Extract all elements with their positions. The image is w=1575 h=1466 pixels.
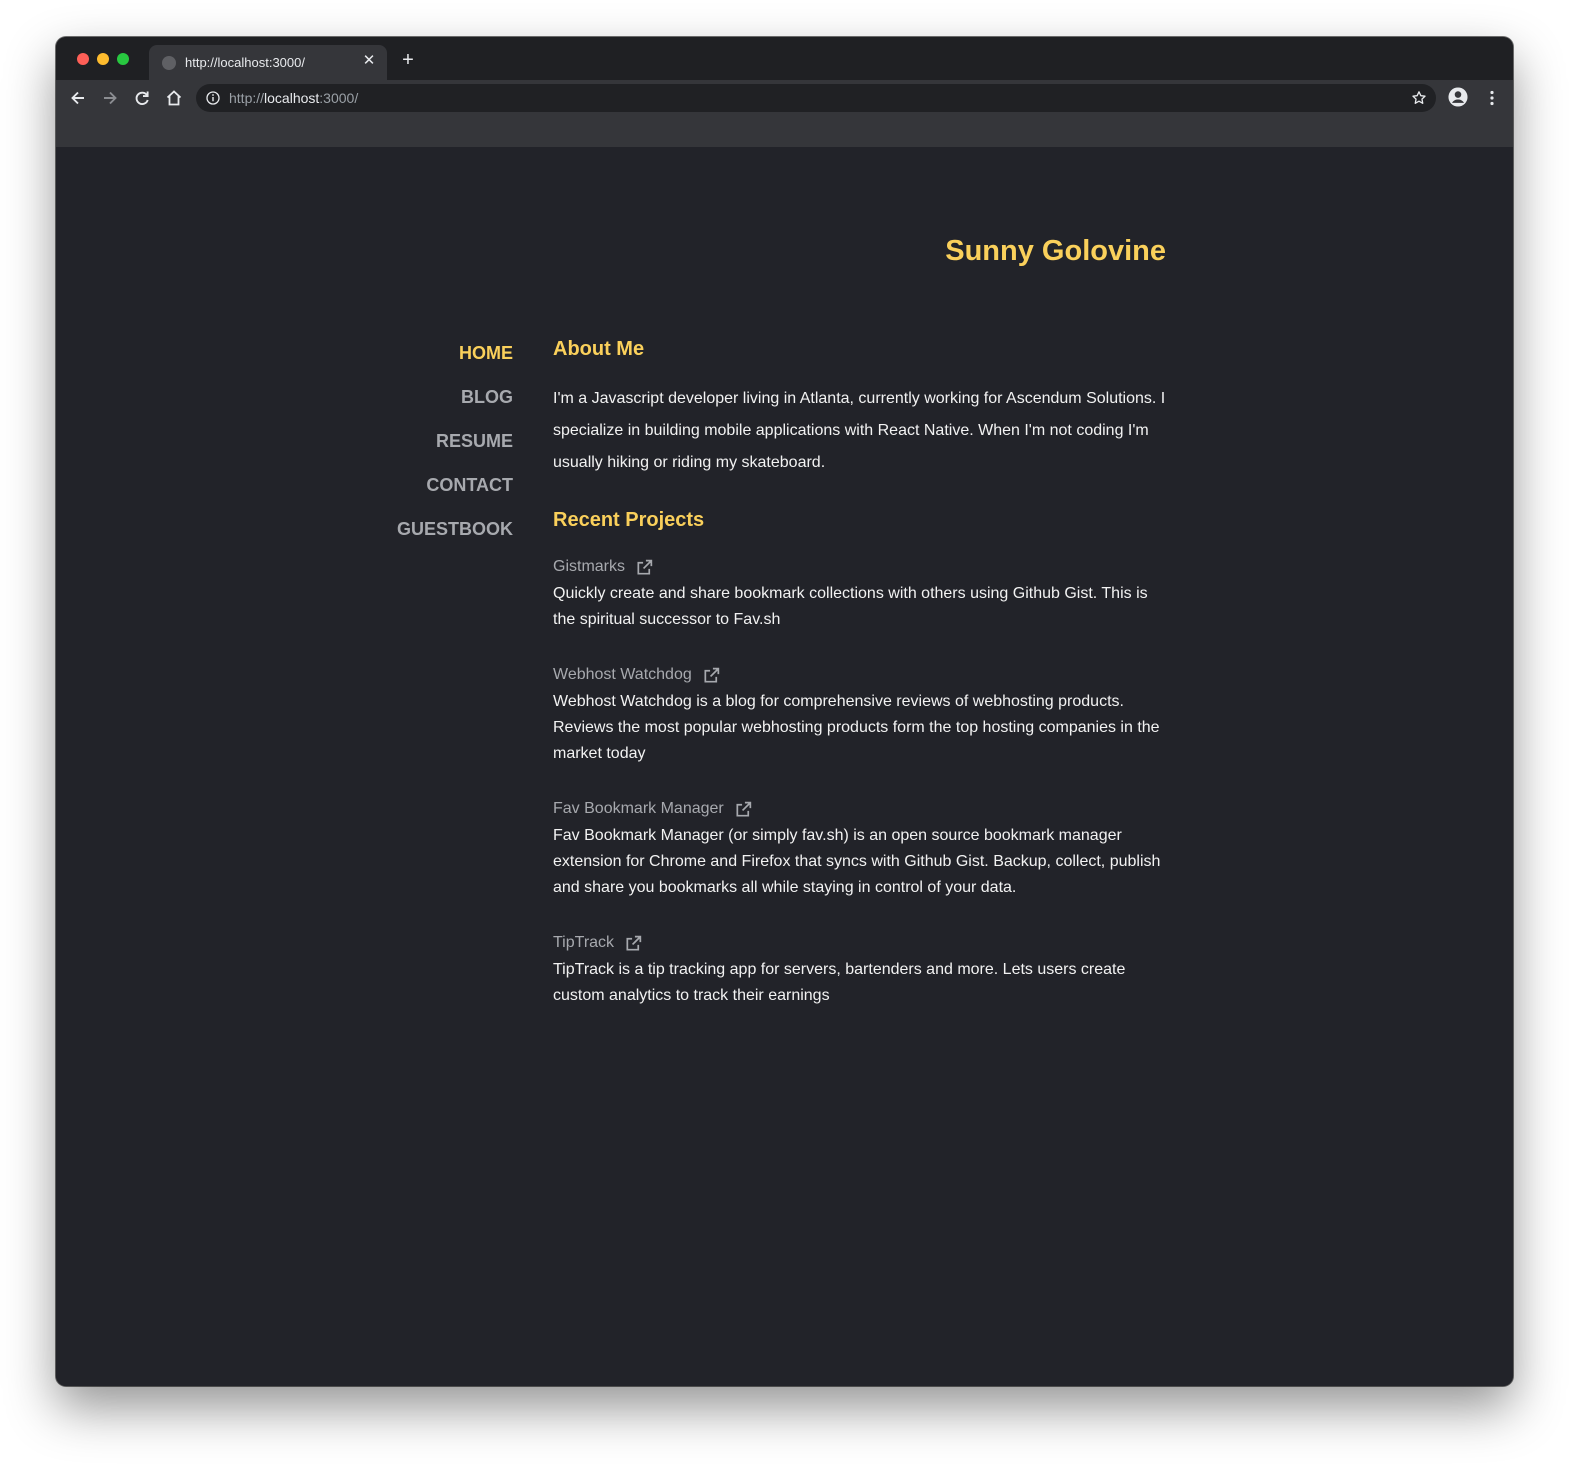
kebab-menu-icon[interactable]	[1482, 88, 1502, 108]
reload-icon[interactable]	[132, 88, 152, 108]
account-icon[interactable]	[1448, 87, 1470, 109]
url-host: localhost	[264, 90, 320, 106]
project-item: TipTrack TipTrack is a tip tracking app …	[553, 932, 1173, 1009]
external-link-icon[interactable]	[635, 558, 654, 577]
project-title: Fav Bookmark Manager	[553, 800, 724, 817]
site-title[interactable]: Sunny Golovine	[56, 235, 1166, 268]
zoom-window-button[interactable]	[117, 53, 129, 65]
page-viewport: Sunny Golovine HOME BLOG RESUME CONTACT …	[56, 147, 1513, 1386]
external-link-icon[interactable]	[734, 800, 753, 819]
project-title: Webhost Watchdog	[553, 666, 692, 683]
nav-item-home[interactable]: HOME	[56, 343, 513, 387]
project-item: Gistmarks Quickly create and share bookm…	[553, 556, 1173, 633]
nav-item-resume[interactable]: RESUME	[56, 431, 513, 475]
tab-bar: http://localhost:3000/ ✕ +	[56, 37, 1513, 80]
projects-heading: Recent Projects	[553, 509, 705, 531]
about-heading: About Me	[553, 338, 645, 360]
bookmarks-bar	[56, 116, 1513, 147]
url-port-path: :3000/	[319, 90, 359, 106]
project-item: Fav Bookmark Manager Fav Bookmark Manage…	[553, 798, 1173, 901]
plus-icon[interactable]: +	[399, 50, 417, 70]
nav-item-guestbook[interactable]: GUESTBOOK	[56, 519, 513, 563]
project-link-gistmarks[interactable]: Gistmarks	[553, 556, 654, 578]
project-description: TipTrack is a tip tracking app for serve…	[553, 961, 1126, 1004]
nav-item-contact[interactable]: CONTACT	[56, 475, 513, 519]
browser-toolbar: http://localhost:3000/	[56, 80, 1513, 116]
browser-window: http://localhost:3000/ ✕ + http://localh…	[56, 37, 1513, 1386]
project-description: Webhost Watchdog is a blog for comprehen…	[553, 693, 1160, 762]
projects-list: Gistmarks Quickly create and share bookm…	[553, 556, 1173, 1009]
globe-icon	[162, 56, 176, 70]
project-link-tiptrack[interactable]: TipTrack	[553, 932, 643, 954]
back-arrow-icon[interactable]	[68, 88, 88, 108]
close-icon[interactable]: ✕	[361, 53, 377, 69]
about-text: I'm a Javascript developer living in Atl…	[553, 390, 1166, 471]
project-title: TipTrack	[553, 934, 615, 951]
tab-title: http://localhost:3000/	[185, 55, 305, 70]
forward-arrow-icon[interactable]	[100, 88, 120, 108]
main-content: About Me I'm a Javascript developer livi…	[553, 337, 1173, 1040]
project-description: Quickly create and share bookmark collec…	[553, 585, 1148, 628]
browser-tab[interactable]: http://localhost:3000/ ✕	[149, 45, 387, 80]
home-icon[interactable]	[164, 88, 184, 108]
main-nav: HOME BLOG RESUME CONTACT GUESTBOOK	[56, 343, 513, 563]
star-icon[interactable]	[1411, 90, 1427, 106]
minimize-window-button[interactable]	[97, 53, 109, 65]
info-icon[interactable]	[206, 91, 220, 105]
project-link-fav-bookmark-manager[interactable]: Fav Bookmark Manager	[553, 798, 753, 820]
external-link-icon[interactable]	[624, 934, 643, 953]
close-window-button[interactable]	[77, 53, 89, 65]
project-item: Webhost Watchdog Webhost Watchdog is a b…	[553, 664, 1173, 767]
external-link-icon[interactable]	[702, 666, 721, 685]
project-link-webhost-watchdog[interactable]: Webhost Watchdog	[553, 664, 721, 686]
url-text: http://localhost:3000/	[229, 90, 358, 106]
address-bar[interactable]: http://localhost:3000/	[196, 84, 1436, 112]
nav-item-blog[interactable]: BLOG	[56, 387, 513, 431]
project-title: Gistmarks	[553, 558, 625, 575]
url-scheme: http://	[229, 90, 265, 106]
project-description: Fav Bookmark Manager (or simply fav.sh) …	[553, 827, 1161, 896]
